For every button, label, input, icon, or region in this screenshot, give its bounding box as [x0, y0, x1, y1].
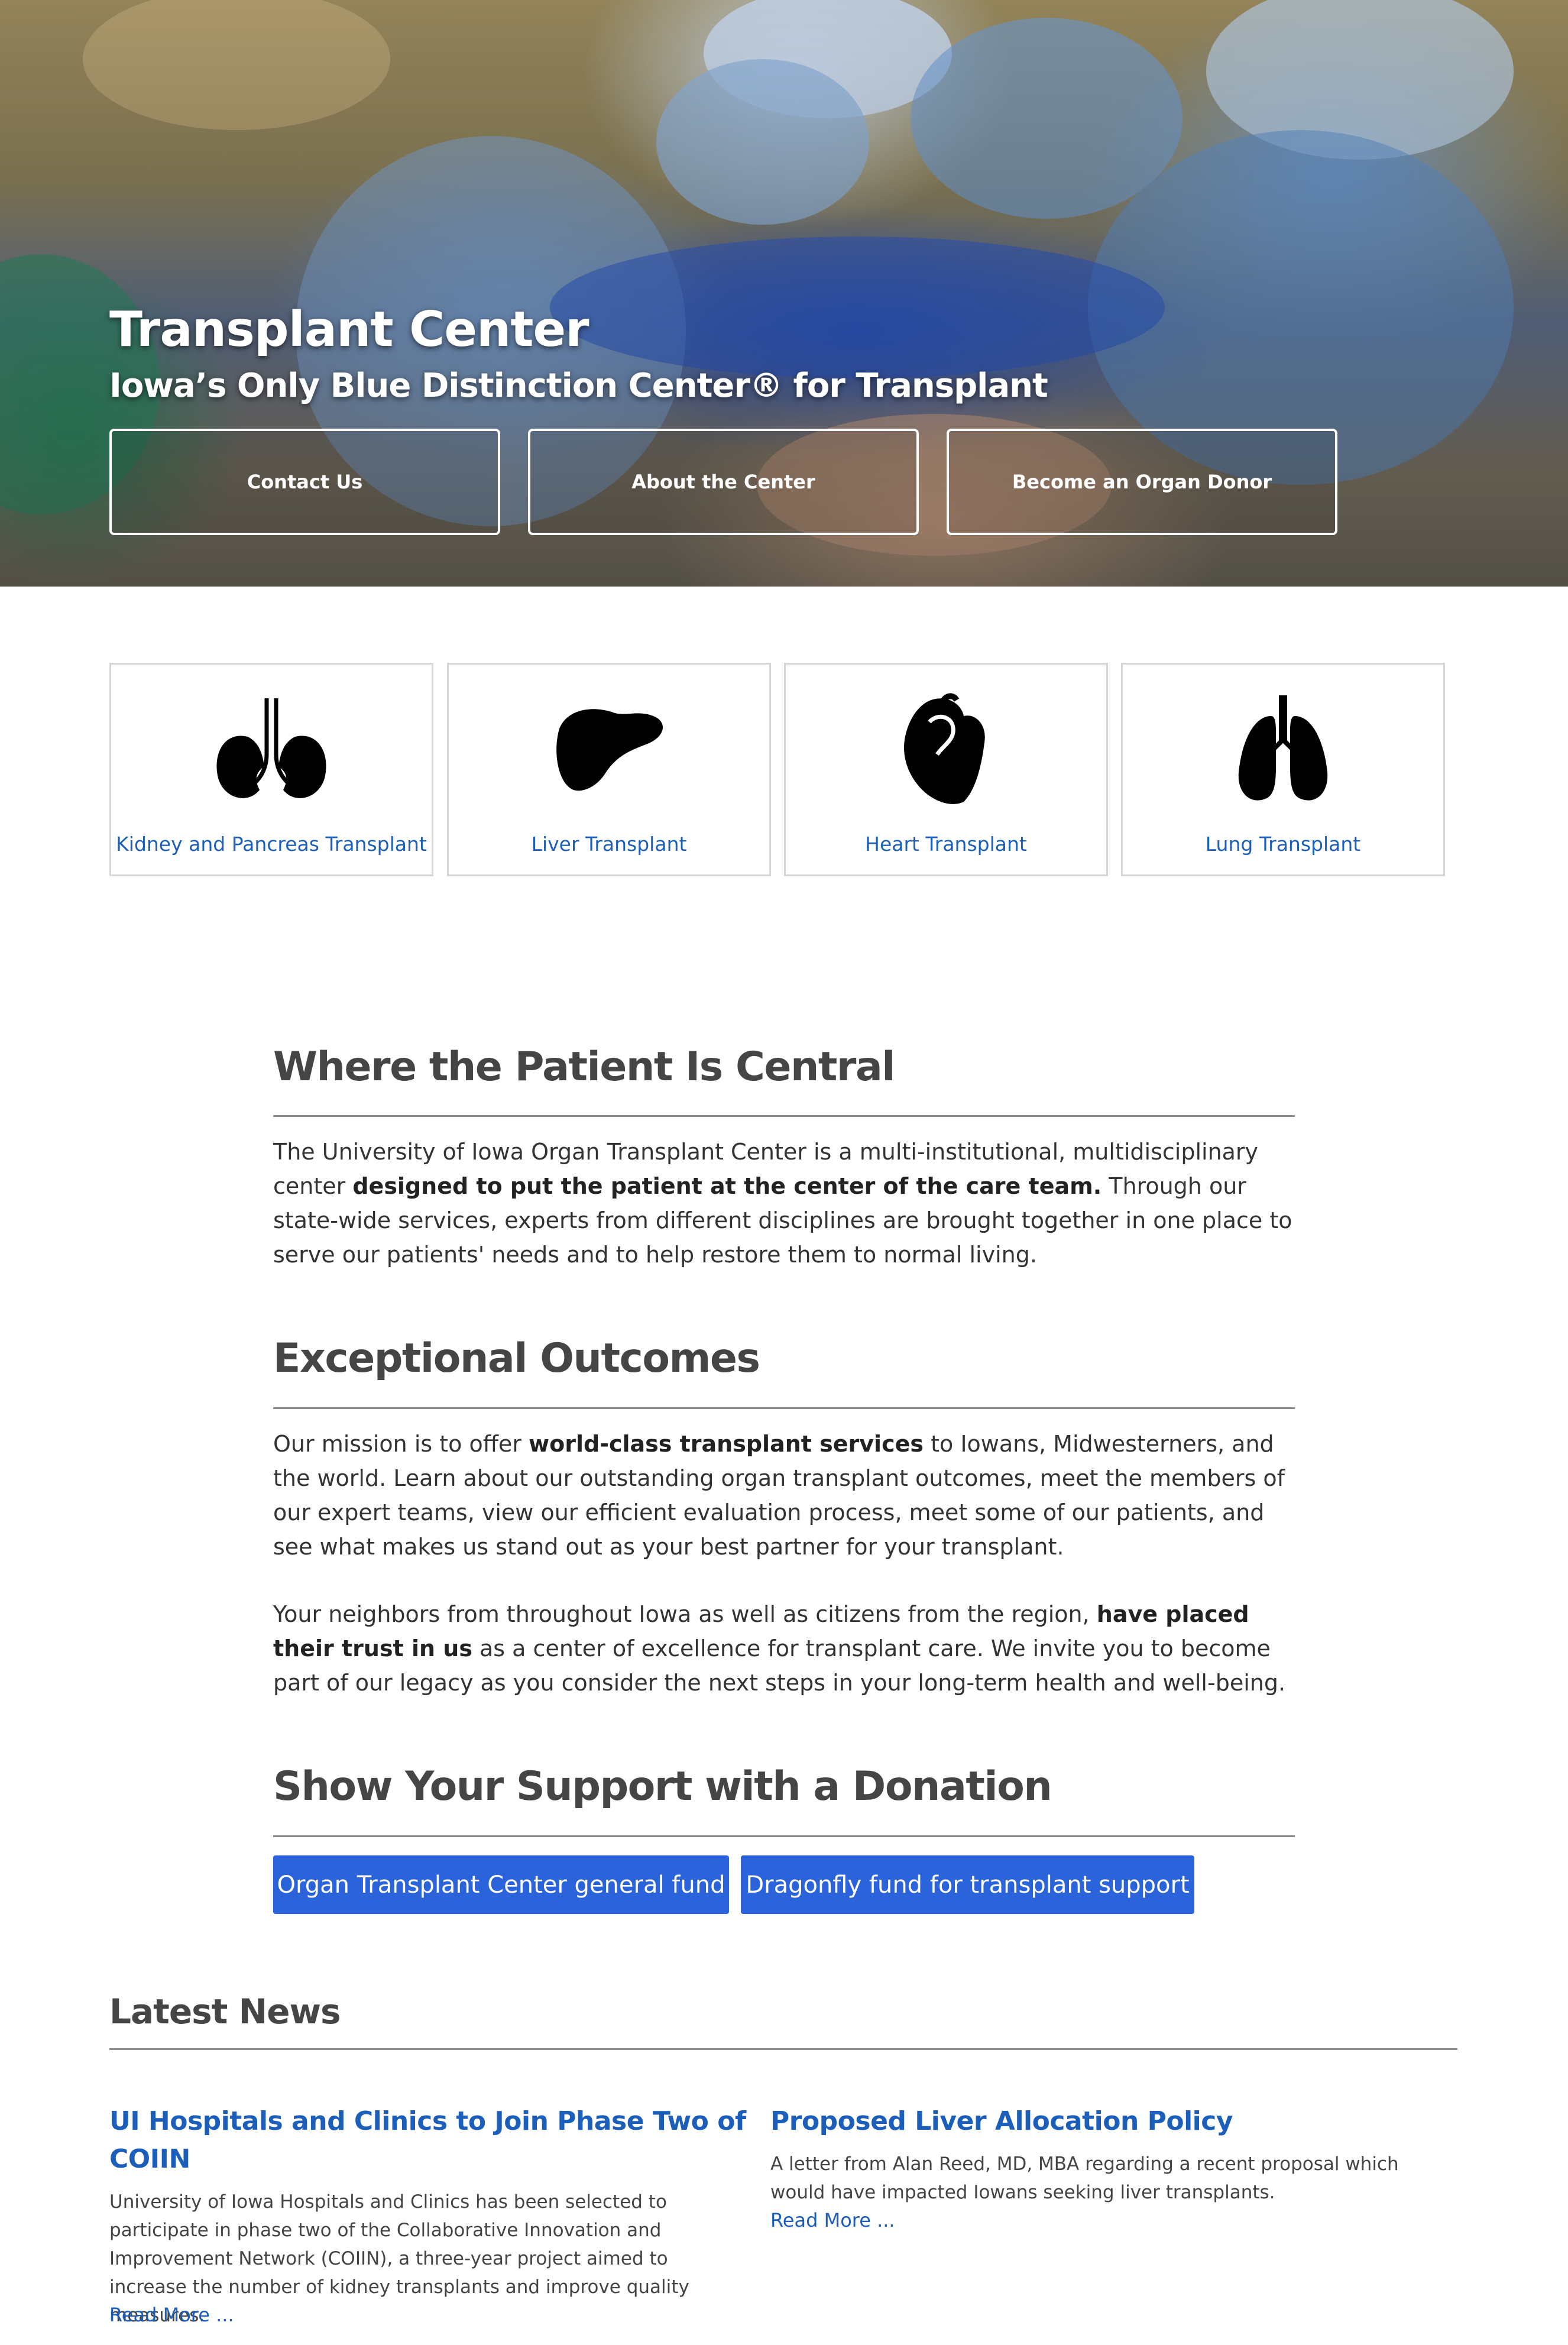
outcomes-paragraph-1: Our mission is to offer world-class tran…	[273, 1427, 1295, 1564]
text: Our mission is to offer	[273, 1431, 529, 1457]
page-subtitle: Iowa’s Only Blue Distinction Center® for…	[109, 367, 1048, 405]
organ-card-liver[interactable]: Liver Transplant	[447, 663, 771, 876]
page-title: Transplant Center	[109, 302, 589, 358]
heart-icon	[904, 693, 985, 804]
about-center-button[interactable]: About the Center	[528, 429, 919, 535]
kidney-icon	[216, 698, 326, 798]
patient-paragraph: The University of Iowa Organ Transplant …	[273, 1135, 1295, 1272]
text: Your neighbors from throughout Iowa as w…	[273, 1601, 1097, 1627]
divider	[273, 1115, 1295, 1117]
news-heading: Latest News	[109, 1991, 341, 2032]
become-organ-donor-button[interactable]: Become an Organ Donor	[947, 429, 1337, 535]
section-heading-donation: Show Your Support with a Donation	[273, 1763, 1052, 1810]
news-item-summary: A letter from Alan Reed, MD, MBA regardi…	[770, 2153, 1399, 2203]
organ-card-kidney-pancreas[interactable]: Kidney and Pancreas Transplant	[109, 663, 433, 876]
contact-us-button[interactable]: Contact Us	[109, 429, 500, 535]
organ-card-lung[interactable]: Lung Transplant	[1121, 663, 1445, 876]
divider	[273, 1835, 1295, 1837]
emphasis-text: designed to put the patient at the cente…	[352, 1173, 1102, 1199]
read-more-link[interactable]: Read More ...	[770, 2209, 895, 2231]
section-heading-patient: Where the Patient Is Central	[273, 1044, 896, 1090]
outcomes-paragraph-2: Your neighbors from throughout Iowa as w…	[273, 1597, 1295, 1700]
news-item-title[interactable]: UI Hospitals and Clinics to Join Phase T…	[109, 2103, 748, 2178]
organ-card-heart[interactable]: Heart Transplant	[784, 663, 1108, 876]
dragonfly-fund-button[interactable]: Dragonfly fund for transplant support	[741, 1855, 1194, 1914]
liver-icon	[556, 709, 663, 791]
divider	[273, 1407, 1295, 1409]
news-item-title[interactable]: Proposed Liver Allocation Policy	[770, 2103, 1409, 2140]
section-heading-outcomes: Exceptional Outcomes	[273, 1335, 760, 1382]
organ-card-label: Kidney and Pancreas Transplant	[116, 833, 427, 856]
lung-icon	[1238, 695, 1328, 801]
organ-card-label: Heart Transplant	[865, 833, 1027, 856]
read-more-link[interactable]: Read More ...	[109, 2304, 234, 2326]
organ-card-label: Lung Transplant	[1205, 833, 1361, 856]
organ-card-label: Liver Transplant	[531, 833, 687, 856]
emphasis-text: world-class transplant services	[529, 1431, 924, 1457]
divider	[109, 2048, 1457, 2050]
general-fund-button[interactable]: Organ Transplant Center general fund	[273, 1855, 729, 1914]
hero-banner: Transplant Center Iowa’s Only Blue Disti…	[0, 0, 1568, 587]
